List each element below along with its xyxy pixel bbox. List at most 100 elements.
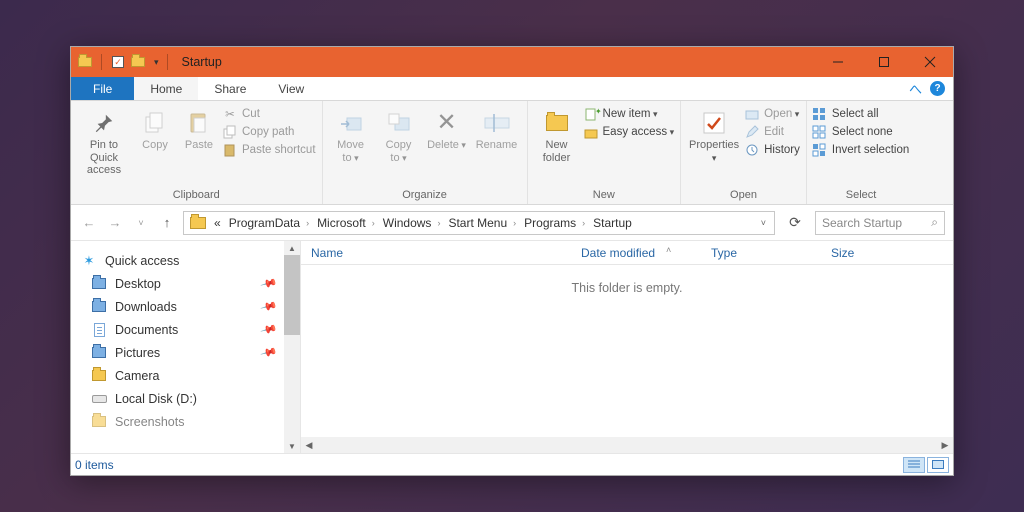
nav-item-screenshots[interactable]: Screenshots [71,410,300,433]
quick-access-header[interactable]: ✶ Quick access [71,249,300,272]
folder-icon [130,54,146,70]
breadcrumb-item[interactable]: ProgramData › [225,216,313,230]
new-item-button[interactable]: ✦ New item [584,107,675,121]
group-label: Clipboard [77,187,316,204]
refresh-button[interactable]: ⟳ [781,211,809,235]
maximize-button[interactable] [861,47,907,77]
nav-item-local-disk[interactable]: Local Disk (D:) [71,387,300,410]
pin-icon: 📌 [260,297,278,315]
folder-icon [91,415,107,429]
back-button[interactable]: ← [79,213,99,233]
recent-dropdown-icon[interactable]: ˅ [131,213,151,233]
breadcrumb-item[interactable]: Windows › [379,216,445,230]
scroll-left-icon[interactable]: ◀ [301,440,317,451]
invert-selection-button[interactable]: Invert selection [813,143,909,157]
rename-button[interactable]: Rename [473,107,521,152]
up-button[interactable]: ↑ [157,213,177,233]
label: Quick access [105,254,179,268]
address-dropdown-icon[interactable]: ˅ [755,218,772,228]
copy-path-button[interactable]: Copy path [223,125,316,139]
window-title: Startup [182,55,222,69]
tab-share[interactable]: Share [198,77,262,100]
column-type[interactable]: Type [701,246,821,260]
nav-item-camera[interactable]: Camera [71,364,300,387]
invert-selection-icon [813,143,827,157]
qat-dropdown-icon[interactable]: ▾ [154,57,159,68]
paste-shortcut-button[interactable]: Paste shortcut [223,143,316,157]
pin-to-quick-access-button[interactable]: Pin to Quick access [77,107,131,177]
history-button[interactable]: History [745,143,800,157]
edit-icon [745,125,759,139]
tab-home[interactable]: Home [134,77,198,100]
group-clipboard: Pin to Quick access Copy Paste ✂ [71,101,323,204]
group-label: Open [687,187,800,204]
group-label: Organize [329,187,521,204]
scroll-down-icon[interactable]: ▼ [284,439,300,453]
new-item-icon: ✦ [584,107,598,121]
pin-icon [90,109,118,137]
paste-button[interactable]: Paste [179,107,219,152]
address-bar[interactable]: « ProgramData › Microsoft › Windows › St… [183,211,775,235]
tab-file[interactable]: File [71,77,134,100]
breadcrumb-item[interactable]: Startup [589,216,636,230]
label: Documents [115,323,178,337]
thumbnails-view-button[interactable] [927,457,949,473]
column-size[interactable]: Size [821,246,901,260]
content-pane: Name˄ Date modified Type Size This folde… [301,241,953,453]
breadcrumb-item[interactable]: Microsoft › [313,216,379,230]
pictures-icon [91,346,107,360]
scroll-right-icon[interactable]: ▶ [937,440,953,451]
new-folder-button[interactable]: New folder [534,107,580,164]
easy-access-button[interactable]: Easy access [584,125,675,139]
delete-icon: ✕ [433,109,461,137]
copy-button[interactable]: Copy [135,107,175,152]
nav-item-desktop[interactable]: Desktop 📌 [71,272,300,295]
help-icon[interactable]: ? [930,81,945,96]
properties-icon [700,109,728,137]
history-icon [745,143,759,157]
separator [167,54,168,70]
scroll-thumb[interactable] [284,255,300,335]
breadcrumb-overflow[interactable]: « [210,216,225,230]
pin-icon: 📌 [260,343,278,361]
label: Desktop [115,277,161,291]
minimize-button[interactable] [815,47,861,77]
open-button[interactable]: Open [745,107,800,121]
properties-button[interactable]: Properties [687,107,741,164]
tab-view[interactable]: View [262,77,320,100]
explorer-window: ✓ ▾ Startup File Home Share View へ ? [70,46,954,476]
close-button[interactable] [907,47,953,77]
scissors-icon: ✂ [223,107,237,121]
details-view-button[interactable] [903,457,925,473]
label: Pin to Quick access [77,139,131,177]
breadcrumb-item[interactable]: Programs › [520,216,589,230]
search-input[interactable]: Search Startup ⌕ [815,211,945,235]
nav-item-downloads[interactable]: Downloads 📌 [71,295,300,318]
nav-item-pictures[interactable]: Pictures 📌 [71,341,300,364]
group-open: Properties Open Edit [681,101,807,204]
label: Rename [476,139,518,152]
label: Easy access [603,126,675,138]
label: Screenshots [115,415,184,429]
select-all-button[interactable]: Select all [813,107,909,121]
navigation-pane: ✶ Quick access Desktop 📌 Downloads 📌 Doc… [71,241,301,453]
copy-to-button[interactable]: Copy to [377,107,421,164]
breadcrumb-item[interactable]: Start Menu › [444,216,520,230]
cut-button[interactable]: ✂ Cut [223,107,316,121]
column-date[interactable]: Date modified [571,246,701,260]
properties-check-icon[interactable]: ✓ [110,54,126,70]
nav-item-documents[interactable]: Documents 📌 [71,318,300,341]
copy-to-icon [385,109,413,137]
folder-icon [77,54,93,70]
move-to-button[interactable]: Move to [329,107,373,164]
horizontal-scrollbar[interactable]: ◀ ▶ [301,437,953,453]
select-none-button[interactable]: Select none [813,125,909,139]
column-name[interactable]: Name˄ [301,246,571,260]
forward-button[interactable]: → [105,213,125,233]
window-controls [815,47,953,77]
collapse-ribbon-icon[interactable]: へ [909,79,922,98]
delete-button[interactable]: ✕ Delete [425,107,469,152]
edit-button[interactable]: Edit [745,125,800,139]
scroll-up-icon[interactable]: ▲ [284,241,300,255]
open-icon [745,107,759,121]
